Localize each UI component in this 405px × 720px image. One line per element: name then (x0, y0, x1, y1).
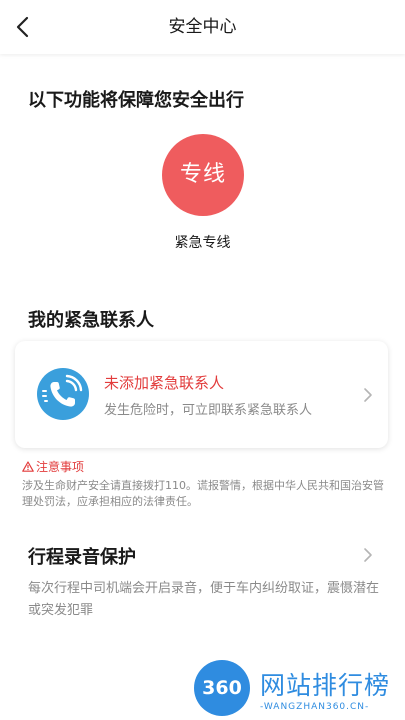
contacts-section-title: 我的紧急联系人 (28, 310, 154, 331)
notice-heading: 注意事项 (22, 458, 84, 475)
site-watermark: 360 网站排行榜 -WANGZHAN360.CN- (192, 660, 405, 720)
features-section-title: 以下功能将保障您安全出行 (28, 90, 244, 111)
emergency-hotline-label: 紧急专线 (174, 235, 231, 251)
chevron-left-icon (16, 16, 29, 38)
page-title: 安全中心 (168, 17, 237, 37)
recording-chevron-right-icon[interactable] (363, 547, 373, 563)
add-emergency-contact-card[interactable]: 未添加紧急联系人 发生危险时，可立即联系紧急联系人 (15, 341, 388, 448)
chevron-right-icon (364, 388, 372, 402)
app-header: 安全中心 (0, 0, 405, 54)
watermark-name: 网站排行榜 (260, 671, 391, 700)
notice-text: 涉及生命财产安全请直接拨打110。谎报警情，根据中华人民共和国治安管理处罚法，应… (22, 479, 384, 508)
contact-card-title: 未添加紧急联系人 (104, 374, 225, 392)
contact-card-description: 发生危险时，可立即联系紧急联系人 (104, 403, 313, 418)
watermark-logo: 360 (194, 660, 250, 716)
emergency-hotline-button[interactable]: 专线 (162, 134, 244, 216)
phone-icon (37, 368, 89, 420)
warning-triangle-icon (22, 461, 34, 472)
recording-section-title[interactable]: 行程录音保护 (28, 543, 136, 569)
watermark-url: -WANGZHAN360.CN- (260, 702, 370, 712)
recording-description: 每次行程中司机端会开启录音，便于车内纠纷取证，震慑潜在或突发犯罪 (28, 581, 380, 618)
notice-title: 注意事项 (36, 460, 85, 474)
back-button[interactable] (10, 13, 38, 41)
